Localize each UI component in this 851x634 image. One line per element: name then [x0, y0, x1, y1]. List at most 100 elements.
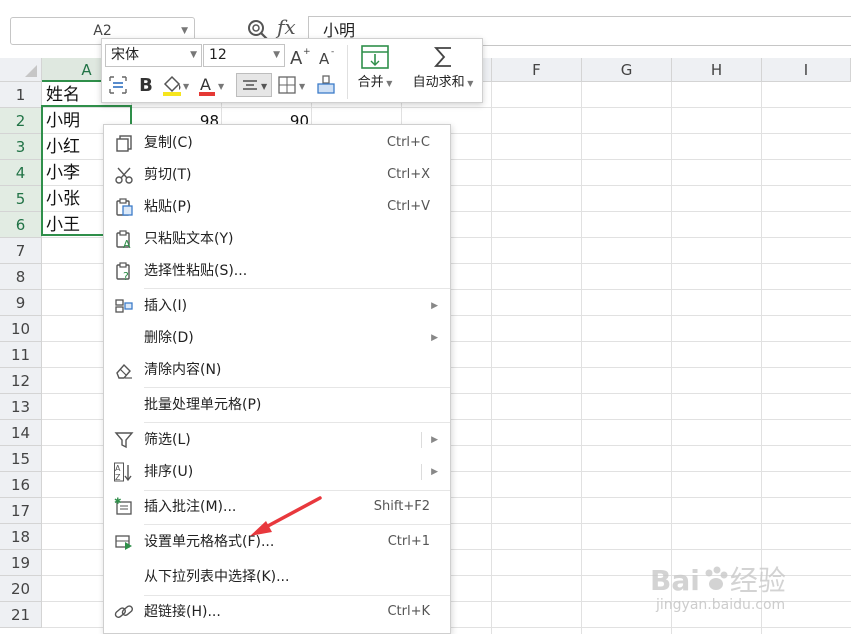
- menu-item-label: 超链接(H)...: [144, 604, 221, 620]
- scissors-icon: [115, 167, 133, 184]
- menu-item-label: 从下拉列表中选择(K)...: [144, 569, 290, 585]
- column-header-h[interactable]: H: [672, 58, 762, 82]
- decrease-font-size-button[interactable]: A -: [316, 44, 340, 68]
- submenu-arrow-icon: ▶: [431, 467, 438, 477]
- row-header-10[interactable]: 10: [0, 316, 42, 342]
- align-center-icon: ▼: [243, 80, 268, 91]
- chevron-down-icon: ▼: [190, 50, 197, 60]
- chevron-down-icon: ▼: [464, 79, 474, 88]
- menu-item-batch-process[interactable]: 批量处理单元格(P): [104, 389, 450, 421]
- wrap-text-button[interactable]: [106, 73, 130, 97]
- menu-item-label: 插入批注(M)...: [144, 499, 237, 515]
- row-header-21[interactable]: 21: [0, 602, 42, 628]
- menu-item-label: 复制(C): [144, 135, 193, 151]
- row-header-15[interactable]: 15: [0, 446, 42, 472]
- menu-item-sort[interactable]: A Z 排序(U) ▶: [104, 456, 450, 488]
- row-header-17[interactable]: 17: [0, 498, 42, 524]
- bold-icon: B: [139, 74, 153, 96]
- svg-text:?: ?: [123, 270, 129, 281]
- row-header-16[interactable]: 16: [0, 472, 42, 498]
- menu-item-label: 只粘贴文本(Y): [144, 231, 234, 247]
- row-header-19[interactable]: 19: [0, 550, 42, 576]
- row-header-2[interactable]: 2: [0, 108, 42, 134]
- align-center-button[interactable]: ▼: [236, 73, 272, 97]
- filter-icon: [114, 432, 134, 449]
- font-color-icon: A ▼: [199, 75, 225, 96]
- font-size-select[interactable]: 12 ▼: [203, 44, 285, 67]
- svg-text:A: A: [123, 238, 131, 249]
- menu-item-delete[interactable]: 删除(D) ▶: [104, 322, 450, 354]
- menu-item-paste-special[interactable]: ? 选择性粘贴(S)...: [104, 255, 450, 287]
- chevron-down-icon: ▼: [383, 79, 393, 88]
- submenu-arrow-icon: ▶: [431, 333, 438, 343]
- menu-item-paste[interactable]: 粘贴(P) Ctrl+V: [104, 191, 450, 223]
- row-header-6[interactable]: 6: [0, 212, 42, 238]
- menu-item-shortcut: Ctrl+1: [387, 534, 430, 549]
- row-header-13[interactable]: 13: [0, 394, 42, 420]
- row-header-9[interactable]: 9: [0, 290, 42, 316]
- column-header-i[interactable]: I: [762, 58, 851, 82]
- menu-item-label: 设置单元格格式(F)...: [144, 534, 275, 550]
- paste-icon: [116, 198, 133, 216]
- svg-text:▼: ▼: [299, 82, 306, 91]
- svg-text:▼: ▼: [183, 82, 190, 91]
- row-header-3[interactable]: 3: [0, 134, 42, 160]
- menu-item-clear-contents[interactable]: 清除内容(N): [104, 354, 450, 386]
- row-header-12[interactable]: 12: [0, 368, 42, 394]
- svg-text:A: A: [200, 75, 211, 94]
- row-header-8[interactable]: 8: [0, 264, 42, 290]
- font-name-select[interactable]: 宋体 ▼: [105, 44, 202, 67]
- merge-label: 合并: [357, 75, 384, 90]
- font-size-value: 12: [209, 47, 227, 63]
- svg-text:A: A: [115, 464, 121, 473]
- row-header-14[interactable]: 14: [0, 420, 42, 446]
- menu-item-copy[interactable]: 复制(C) Ctrl+C: [104, 127, 450, 159]
- font-color-button[interactable]: A ▼: [196, 73, 226, 97]
- svg-text:+: +: [303, 47, 311, 57]
- menu-item-format-cells[interactable]: 设置单元格格式(F)... Ctrl+1: [104, 526, 450, 558]
- autosum-label: 自动求和: [412, 75, 465, 90]
- bold-button[interactable]: B: [134, 73, 158, 97]
- select-all-corner[interactable]: [0, 58, 42, 82]
- menu-item-insert[interactable]: 插入(I) ▶: [104, 290, 450, 322]
- sigma-icon: [433, 47, 451, 67]
- borders-button[interactable]: ▼: [276, 73, 308, 97]
- link-icon: [114, 605, 133, 618]
- row-header-1[interactable]: 1: [0, 82, 42, 108]
- wrap-text-icon: [109, 76, 127, 94]
- menu-item-filter[interactable]: 筛选(L) ▶: [104, 424, 450, 456]
- menu-item-label: 剪切(T): [144, 167, 192, 183]
- svg-text:▼: ▼: [261, 82, 268, 91]
- fill-color-button[interactable]: ▼: [160, 73, 190, 97]
- submenu-arrow-icon: ▶: [431, 435, 438, 445]
- row-header-4[interactable]: 4: [0, 160, 42, 186]
- row-header-18[interactable]: 18: [0, 524, 42, 550]
- row-header-11[interactable]: 11: [0, 342, 42, 368]
- row-header-7[interactable]: 7: [0, 238, 42, 264]
- increase-font-size-button[interactable]: A +: [288, 44, 312, 68]
- menu-item-label: 选择性粘贴(S)...: [144, 263, 248, 279]
- menu-item-shortcut: Shift+F2: [373, 499, 430, 514]
- row-header-20[interactable]: 20: [0, 576, 42, 602]
- format-painter-button[interactable]: [314, 73, 338, 97]
- fx-icon[interactable]: fx: [277, 15, 296, 39]
- copy-icon: [116, 135, 132, 152]
- menu-item-pick-from-list[interactable]: 从下拉列表中选择(K)...: [104, 561, 450, 593]
- menu-item-paste-text-only[interactable]: A 只粘贴文本(Y): [104, 223, 450, 255]
- column-header-f[interactable]: F: [492, 58, 582, 82]
- column-header-g[interactable]: G: [582, 58, 672, 82]
- menu-item-hyperlink[interactable]: 超链接(H)... Ctrl+K: [104, 596, 450, 628]
- menu-item-insert-comment[interactable]: ✱ 插入批注(M)... Shift+F2: [104, 491, 450, 523]
- autosum-button[interactable]: 自动求和 ▼: [404, 43, 482, 92]
- borders-icon: ▼: [278, 76, 306, 94]
- row-header-5[interactable]: 5: [0, 186, 42, 212]
- menu-item-label: 删除(D): [144, 330, 194, 346]
- sort-icon: A Z: [114, 462, 132, 482]
- svg-text:-: -: [331, 47, 334, 57]
- svg-text:A: A: [319, 50, 330, 67]
- font-decrease-icon: A -: [319, 47, 334, 67]
- menu-item-cut[interactable]: 剪切(T) Ctrl+X: [104, 159, 450, 191]
- svg-text:✱: ✱: [114, 497, 122, 507]
- merge-button[interactable]: 合并 ▼: [352, 43, 398, 92]
- font-increase-icon: A +: [290, 47, 311, 67]
